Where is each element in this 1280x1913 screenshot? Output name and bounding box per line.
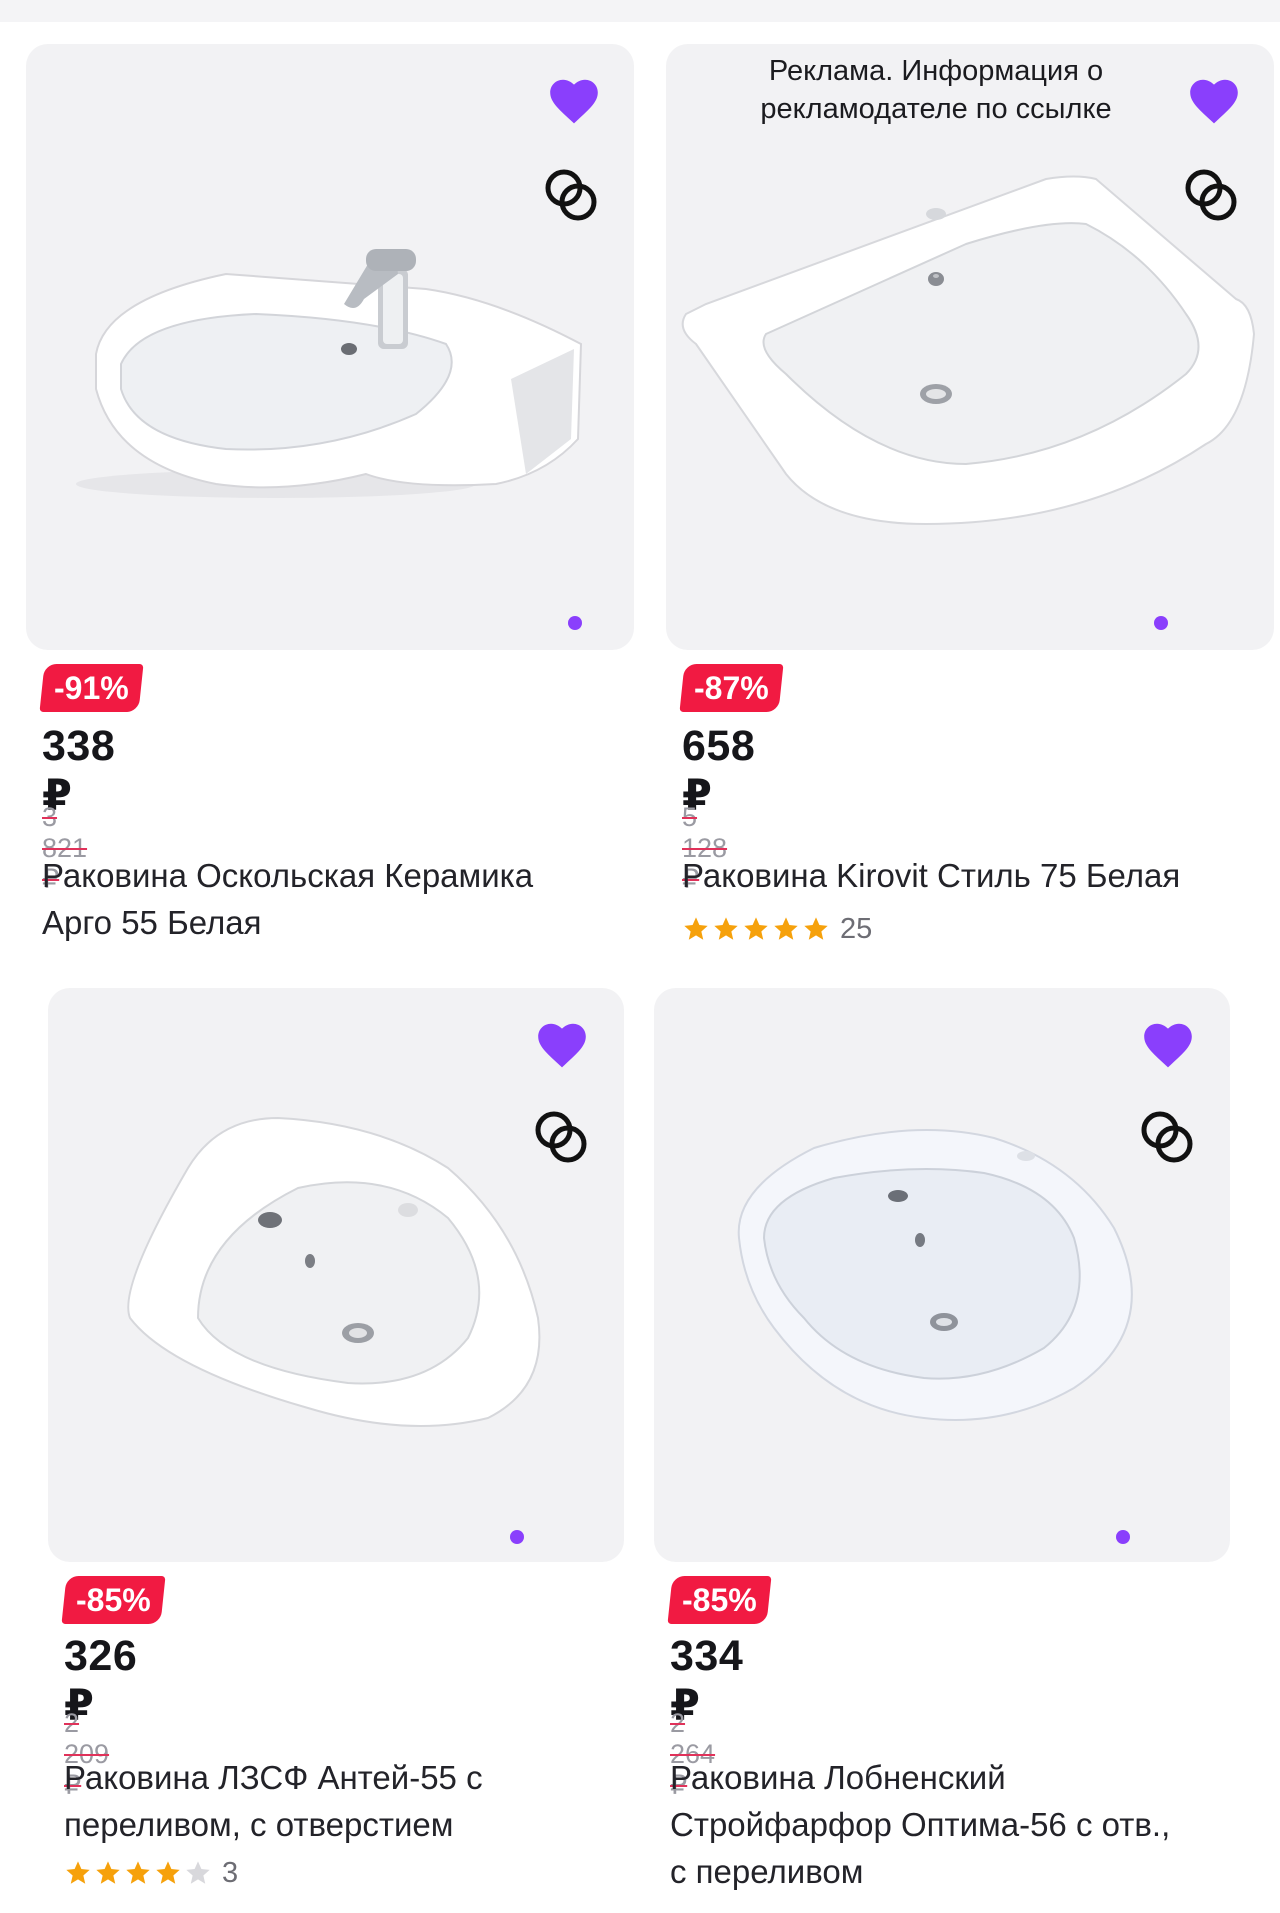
- star-icon: [744, 917, 768, 940]
- star-icon: [186, 1861, 210, 1884]
- carousel-dot[interactable]: [1116, 1530, 1130, 1544]
- product-title[interactable]: Раковина ЛЗСФ Антей-55 с переливом, с от…: [64, 1754, 624, 1848]
- title-line: Стройфарфор Оптима-56 с отв.,: [670, 1806, 1171, 1843]
- top-strip: [0, 0, 1280, 22]
- compare-rings-icon[interactable]: [1180, 164, 1242, 226]
- heart-icon[interactable]: [1140, 1018, 1196, 1070]
- discount-badge: -91%: [39, 664, 144, 712]
- product-image-1[interactable]: [26, 44, 634, 650]
- rating-count: 3: [222, 1856, 239, 1889]
- carousel-dot[interactable]: [568, 616, 582, 630]
- product-title[interactable]: Раковина Оскольская Керамика Арго 55 Бел…: [42, 852, 632, 946]
- title-line: Арго 55 Белая: [42, 904, 262, 941]
- rating[interactable]: 25: [682, 912, 873, 945]
- heart-icon[interactable]: [546, 74, 602, 126]
- title-line: Раковина Лобненский: [670, 1759, 1006, 1796]
- heart-icon[interactable]: [534, 1018, 590, 1070]
- title-line: переливом, с отверстием: [64, 1806, 454, 1843]
- rating-stars: [64, 1859, 212, 1887]
- title-line: Раковина ЛЗСФ Антей-55 с: [64, 1759, 483, 1796]
- star-icon: [714, 917, 738, 940]
- compare-rings-icon[interactable]: [540, 164, 602, 226]
- rating[interactable]: 3: [64, 1856, 239, 1889]
- compare-rings-icon[interactable]: [530, 1106, 592, 1168]
- compare-rings-icon[interactable]: [1136, 1106, 1198, 1168]
- star-icon: [66, 1861, 90, 1884]
- sink-image: [737, 1129, 1133, 1421]
- sink-image: [127, 1116, 541, 1427]
- title-line: Раковина Kirovit Стиль 75 Белая: [682, 857, 1181, 894]
- star-icon: [684, 917, 708, 940]
- star-icon: [774, 917, 798, 940]
- title-line: Раковина Оскольская Керамика: [42, 857, 534, 894]
- ad-label[interactable]: Реклама. Информация о рекламодателе по с…: [726, 52, 1146, 128]
- star-icon: [804, 917, 828, 940]
- discount-badge: -85%: [667, 1576, 772, 1624]
- rating-stars: [682, 915, 830, 943]
- carousel-dot[interactable]: [1154, 616, 1168, 630]
- star-icon: [96, 1861, 120, 1884]
- product-title[interactable]: Раковина Kirovit Стиль 75 Белая: [682, 852, 1278, 899]
- star-icon: [126, 1861, 150, 1884]
- sink-image: [76, 249, 583, 498]
- discount-badge: -87%: [679, 664, 784, 712]
- product-image-2[interactable]: Реклама. Информация о рекламодателе по с…: [666, 44, 1274, 650]
- product-title[interactable]: Раковина Лобненский Стройфарфор Оптима-5…: [670, 1754, 1270, 1895]
- star-icon: [156, 1861, 180, 1884]
- product-image-4[interactable]: [654, 988, 1230, 1562]
- carousel-dot[interactable]: [510, 1530, 524, 1544]
- heart-icon[interactable]: [1186, 74, 1242, 126]
- rating-count: 25: [840, 912, 873, 945]
- sink-image: [681, 175, 1256, 526]
- title-line: с переливом: [670, 1853, 864, 1890]
- discount-badge: -85%: [61, 1576, 166, 1624]
- product-image-3[interactable]: [48, 988, 624, 1562]
